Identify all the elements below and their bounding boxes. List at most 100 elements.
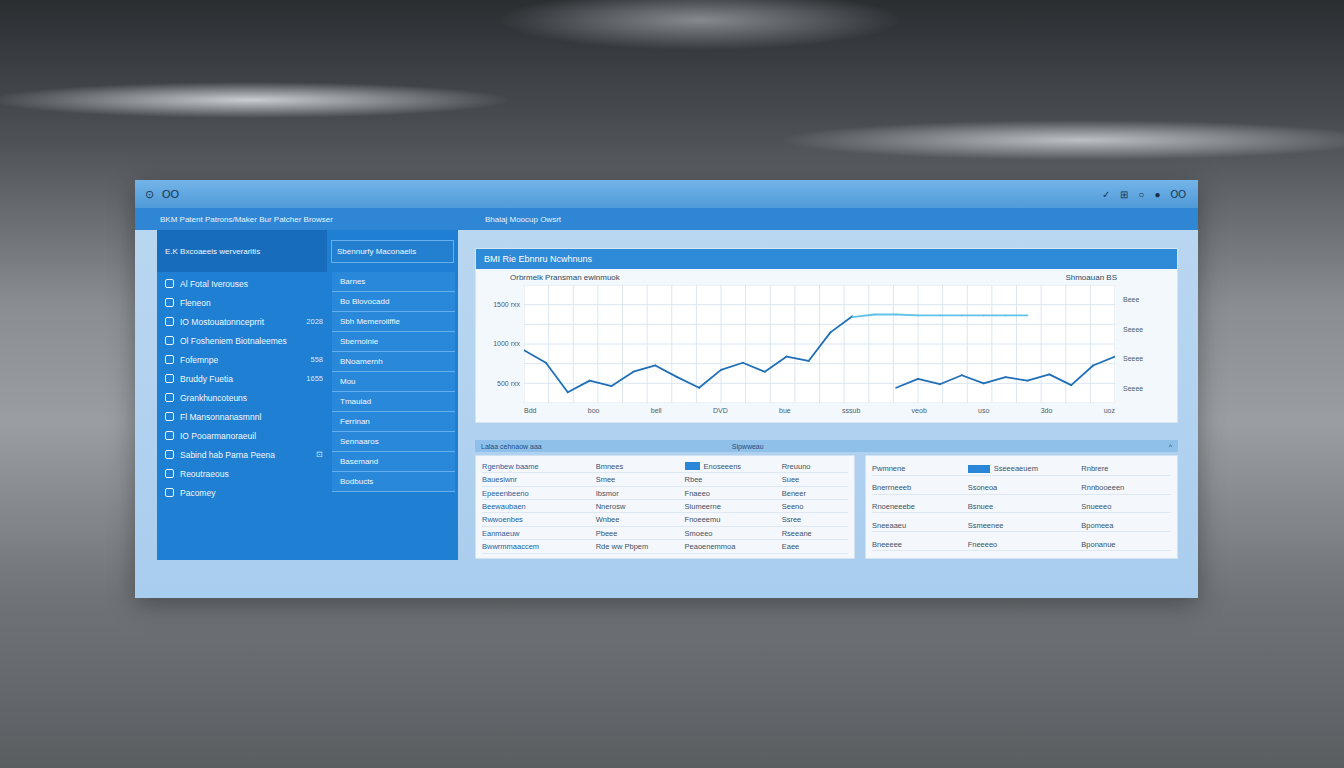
sidebar: E.K Bxcoaeeis werveraritis Sbennurfy Mac… xyxy=(157,230,458,560)
sidebar-item[interactable]: Pacomey xyxy=(157,483,329,502)
table-cell: Rnbrere xyxy=(1081,464,1171,473)
toolbar-button[interactable]: ● xyxy=(1154,189,1160,200)
sub-item[interactable]: BNoamernh xyxy=(332,352,455,372)
sidebar-item[interactable]: Bruddy Fuetia 1655 xyxy=(157,369,329,388)
right-axis: BeeeSeeeeSeeeeSeeee xyxy=(1115,285,1177,403)
series-segment xyxy=(940,314,962,316)
series-segment xyxy=(896,379,918,388)
table-row[interactable]: Rgenbew baameBmneesEnoseeensRreuuno xyxy=(482,460,848,473)
table-row[interactable]: PwmneneSseeeaeuemRnbrere xyxy=(872,463,1171,476)
app-icon[interactable]: ⊙ xyxy=(145,188,154,201)
sub-item[interactable]: Sbernolnie xyxy=(332,332,455,352)
toolbar-button[interactable]: ✓ xyxy=(1102,189,1110,200)
sub-item[interactable]: Bo Blovocadd xyxy=(332,292,455,312)
dashboard-window: ⊙ OO ✓⊞○●OO BKM Patent Patrons/Maker Bur… xyxy=(135,180,1198,598)
sub-item[interactable]: Sbh Memeroiiffie xyxy=(332,312,455,332)
table-cell: Seeno xyxy=(782,502,848,511)
table-cell: Beewaubaen xyxy=(482,502,590,511)
table-cell: Fnaeeo xyxy=(685,489,776,498)
sub-item[interactable]: Barnes xyxy=(332,272,455,292)
item-icon xyxy=(165,450,174,459)
series-segment xyxy=(568,381,590,393)
item-icon xyxy=(165,298,174,307)
sidebar-title: E.K Bxcoaeeis werveraritis xyxy=(157,230,327,272)
table-cell: Rbee xyxy=(685,475,776,484)
chart-unit: Shmoauan BS xyxy=(1065,273,1117,282)
table-row[interactable]: EanmaeuwPbeeeSmoeeoRseeane xyxy=(482,527,848,540)
table-cell: Nnerosw xyxy=(596,502,679,511)
table-cell: Rseeane xyxy=(782,529,848,538)
x-tick: uoz xyxy=(1104,407,1115,414)
x-tick: bue xyxy=(779,407,791,414)
series-segment xyxy=(918,314,940,316)
table-cell: Bneeeee xyxy=(872,540,962,549)
sidebar-item[interactable]: Fleneon xyxy=(157,293,329,312)
table-row[interactable]: RwwoenbesWnbeeFnoeeemuSsree xyxy=(482,514,848,527)
section-label: Lalaa cehnaow aaa xyxy=(481,443,542,450)
table-cell: Bmnees xyxy=(596,462,679,471)
title-bar: ⊙ OO ✓⊞○●OO xyxy=(135,180,1198,208)
table-row[interactable]: EpeeenbeenoIbsmorFnaeeoBeneer xyxy=(482,487,848,500)
table-cell: Siumeerne xyxy=(685,502,776,511)
sub-list: BarnesBo BlovocaddSbh MemeroiiffieSberno… xyxy=(329,272,458,560)
sidebar-item[interactable]: Sabind hab Parna Peena ⊡ xyxy=(157,445,329,464)
office-background: ⊙ OO ✓⊞○●OO BKM Patent Patrons/Maker Bur… xyxy=(0,0,1344,768)
section-label: Sipwweau xyxy=(732,443,764,450)
toolbar-button[interactable]: OO xyxy=(1170,189,1186,200)
sidebar-item[interactable]: Ol Fosheniem Biotnaleemes xyxy=(157,331,329,350)
y-tick: 1500 rxx xyxy=(493,301,520,308)
table-row[interactable]: Beewaubaen Nnerosw Siumeerne Seeno xyxy=(482,500,848,513)
table-cell: Eanmaeuw xyxy=(482,529,590,538)
sidebar-item[interactable]: IO Mostouatonnceprrit 2028 xyxy=(157,312,329,331)
table-cell: Smee xyxy=(596,475,679,484)
toolbar-button[interactable]: ○ xyxy=(1138,189,1144,200)
table-row[interactable]: RnoeneeebeBsnueeSnueeeo xyxy=(872,500,1171,513)
sidebar-item[interactable]: Fofemnpe 558 xyxy=(157,350,329,369)
table-cell: Wnbee xyxy=(596,515,679,524)
sidebar-list: Al Fotal Iverouses Fleneon IO Mostouaton… xyxy=(157,272,329,560)
table-cell: Bauesiwnr xyxy=(482,475,590,484)
item-icon xyxy=(165,488,174,497)
header-strip: BKM Patent Patrons/Maker Bur Patcher Bro… xyxy=(135,208,1198,230)
series-segment xyxy=(1071,365,1093,385)
sidebar-item[interactable]: IO Pooarmanoraeuil xyxy=(157,426,329,445)
table-cell: Eaee xyxy=(782,542,848,551)
sub-item[interactable]: Bodbucts xyxy=(332,472,455,492)
table-row[interactable]: SneeaaeuSsmeeneeBpomeea xyxy=(872,519,1171,532)
y-axis: 1500 rxx1000 rxx500 rxx xyxy=(476,285,524,403)
table-cell: Beneer xyxy=(782,489,848,498)
table-cell: Peaoenemmoa xyxy=(685,542,776,551)
x-tick: sssub xyxy=(842,407,860,414)
series-segment xyxy=(940,375,962,384)
table-row[interactable]: Bwwrmmaaccem Rde ww Pbpem Peaoenemmoa Eaee xyxy=(482,541,848,554)
sidebar-item[interactable]: Fl Mansonnanasmnnl xyxy=(157,407,329,426)
sub-item[interactable]: Basemand xyxy=(332,452,455,472)
header-tab[interactable]: Bhaiaj Moocup Owsrt xyxy=(485,215,1198,224)
toolbar-button[interactable]: ⊞ xyxy=(1120,189,1128,200)
sub-item[interactable]: Tmauiad xyxy=(332,392,455,412)
table-cell: Rde ww Pbpem xyxy=(596,542,679,551)
series-segment xyxy=(962,314,984,316)
table-cell: Smoeeo xyxy=(685,529,776,538)
table-cell: Sneeaaeu xyxy=(872,521,962,530)
sub-item[interactable]: Sennaaros xyxy=(332,432,455,452)
table-cell: Ssoneoa xyxy=(968,483,1076,492)
collapse-button[interactable]: ^ xyxy=(1169,443,1172,450)
breadcrumb[interactable]: BKM Patent Patrons/Maker Bur Patcher Bro… xyxy=(160,215,485,224)
series-segment xyxy=(1006,377,1028,381)
series-segment xyxy=(699,370,721,388)
right-table: PwmneneSseeeaeuemRnbrere BnerrneeebSsoneo… xyxy=(865,455,1178,559)
table-cell: Bwwrmmaaccem xyxy=(482,542,590,551)
sub-item[interactable]: Ferrinan xyxy=(332,412,455,432)
item-icon xyxy=(165,431,174,440)
x-tick: veob xyxy=(912,407,927,414)
table-row[interactable]: BauesiwnrSmeeRbeeSuee xyxy=(482,474,848,487)
sidebar-item[interactable]: Grankhuncoteuns xyxy=(157,388,329,407)
sub-item[interactable]: Mou xyxy=(332,372,455,392)
table-row[interactable]: BnerrneeebSsoneoaRnnbooeeen xyxy=(872,482,1171,495)
table-row[interactable]: BneeeeeFneeeeoBponanue xyxy=(872,538,1171,551)
sidebar-item[interactable]: Reoutraeous xyxy=(157,464,329,483)
row-marker xyxy=(968,465,990,473)
sidebar-item[interactable]: Al Fotal Iverouses xyxy=(157,274,329,293)
table-cell: Rgenbew baame xyxy=(482,462,590,471)
